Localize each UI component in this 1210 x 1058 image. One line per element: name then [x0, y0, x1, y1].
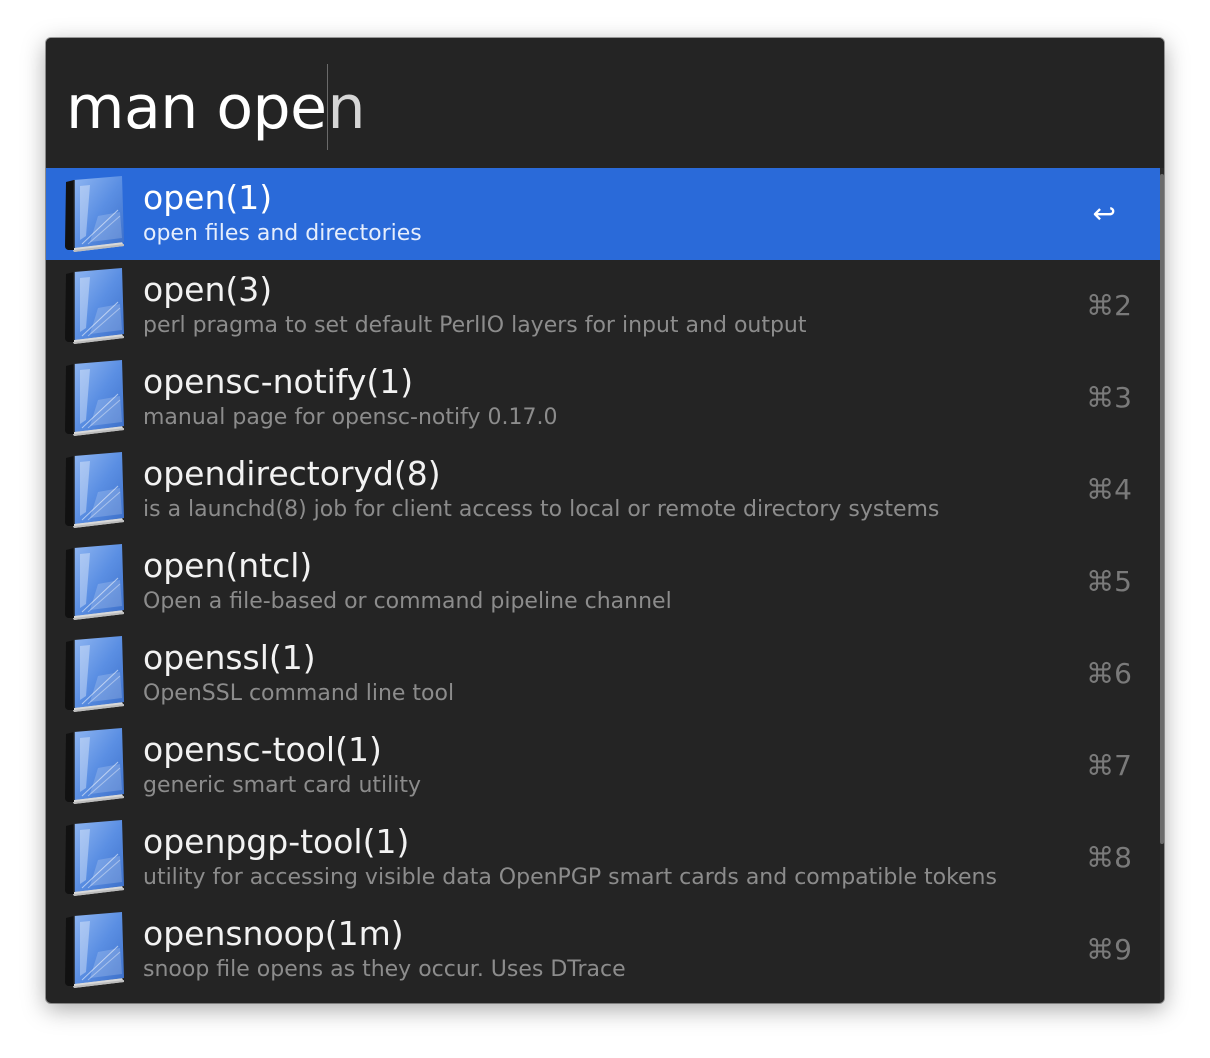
result-title: openssl(1) [143, 638, 316, 677]
result-subtitle: Open a file-based or command pipeline ch… [143, 589, 672, 614]
result-title: opensc-notify(1) [143, 362, 414, 401]
result-title: opensnoop(1m) [143, 914, 404, 953]
book-icon [65, 268, 124, 344]
book-icon [65, 820, 124, 896]
scrollbar[interactable] [1160, 168, 1164, 1003]
search-query-text: man ope [66, 73, 327, 143]
book-icon [65, 728, 124, 804]
result-row-4[interactable]: opendirectoryd(8) is a launchd(8) job fo… [46, 444, 1160, 536]
book-icon [65, 636, 124, 712]
result-title: open(ntcl) [143, 546, 313, 585]
result-row-6[interactable]: openssl(1) OpenSSL command line tool ⌘6 [46, 628, 1160, 720]
result-shortcut: ⌘8 [1086, 841, 1132, 874]
result-row-1[interactable]: open(1) open files and directories ↩ [46, 168, 1160, 260]
text-caret [326, 64, 328, 151]
result-subtitle: snoop file opens as they occur. Uses DTr… [143, 957, 626, 982]
result-subtitle: manual page for opensc-notify 0.17.0 [143, 405, 558, 430]
result-shortcut: ⌘9 [1086, 933, 1132, 966]
result-shortcut: ⌘6 [1086, 657, 1132, 690]
result-subtitle: utility for accessing visible data OpenP… [143, 865, 997, 890]
results-list: open(1) open files and directories ↩ ope… [46, 168, 1160, 1003]
result-shortcut: ⌘3 [1086, 381, 1132, 414]
book-icon [65, 176, 124, 252]
result-subtitle: perl pragma to set default PerlIO layers… [143, 313, 807, 338]
result-row-5[interactable]: open(ntcl) Open a file-based or command … [46, 536, 1160, 628]
book-icon [65, 360, 124, 436]
result-shortcut: ⌘5 [1086, 565, 1132, 598]
search-autocomplete-text: n [327, 73, 366, 143]
result-title: opendirectoryd(8) [143, 454, 441, 493]
book-icon [65, 912, 124, 988]
return-key-icon: ↩ [1092, 197, 1116, 230]
result-shortcut: ⌘2 [1086, 289, 1132, 322]
book-icon [65, 452, 124, 528]
result-subtitle: generic smart card utility [143, 773, 422, 798]
result-title: open(1) [143, 178, 273, 217]
result-subtitle: OpenSSL command line tool [143, 681, 455, 706]
result-row-2[interactable]: open(3) perl pragma to set default PerlI… [46, 260, 1160, 352]
result-subtitle: open files and directories [143, 221, 422, 246]
book-icon [65, 544, 124, 620]
search-input[interactable]: man open [66, 64, 366, 151]
result-row-9[interactable]: opensnoop(1m) snoop file opens as they o… [46, 904, 1160, 996]
result-shortcut: ⌘4 [1086, 473, 1132, 506]
result-subtitle: is a launchd(8) job for client access to… [143, 497, 940, 522]
result-row-8[interactable]: openpgp-tool(1) utility for accessing vi… [46, 812, 1160, 904]
result-row-3[interactable]: opensc-notify(1) manual page for opensc-… [46, 352, 1160, 444]
result-title: open(3) [143, 270, 273, 309]
launcher-window: man open open(1) open files and director… [46, 38, 1164, 1003]
result-title: opensc-tool(1) [143, 730, 382, 769]
result-shortcut: ⌘7 [1086, 749, 1132, 782]
scrollbar-thumb[interactable] [1160, 174, 1164, 844]
result-title: openpgp-tool(1) [143, 822, 410, 861]
search-bar[interactable]: man open [46, 38, 1164, 168]
result-row-7[interactable]: opensc-tool(1) generic smart card utilit… [46, 720, 1160, 812]
